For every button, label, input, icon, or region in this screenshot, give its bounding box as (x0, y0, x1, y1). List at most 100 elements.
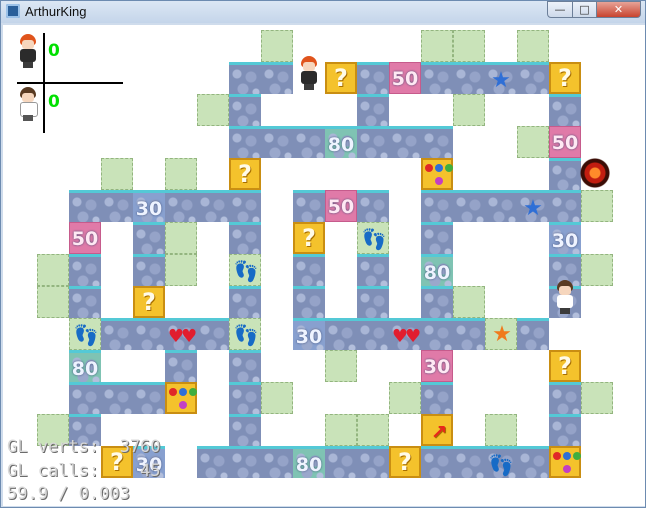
blue-footprint-tile[interactable]: 👣 (357, 222, 389, 254)
path-tile[interactable] (133, 222, 165, 254)
maximize-button[interactable]: □ (573, 1, 597, 18)
path-tile[interactable] (165, 190, 197, 222)
grass-tile[interactable] (165, 222, 197, 254)
path-tile[interactable] (517, 318, 549, 350)
path-tile[interactable] (421, 126, 453, 158)
number-tile[interactable]: 50 (389, 62, 421, 94)
number-tile[interactable]: 50 (69, 222, 101, 254)
number-tile[interactable]: 80 (293, 446, 325, 478)
number-tile[interactable]: 80 (421, 254, 453, 286)
grass-tile[interactable] (421, 30, 453, 62)
grass-tile[interactable] (453, 286, 485, 318)
path-tile[interactable] (261, 126, 293, 158)
number-tile[interactable]: 80 (325, 126, 357, 158)
red-footprint-tile[interactable]: 👣 (485, 446, 517, 478)
path-tile[interactable] (69, 286, 101, 318)
path-tile[interactable] (229, 94, 261, 126)
player-boy-token[interactable] (298, 56, 320, 90)
path-tile[interactable] (293, 126, 325, 158)
game-board[interactable]: 50 80 30 50 30 50 30 80 30 50 80 30 80???????? ★ ★ ★ ♥♥ ♥… (3, 25, 645, 506)
path-tile[interactable] (69, 190, 101, 222)
number-tile[interactable]: 30 (133, 190, 165, 222)
path-tile[interactable] (261, 62, 293, 94)
path-tile[interactable] (229, 190, 261, 222)
path-tile[interactable] (421, 222, 453, 254)
question-tile[interactable]: ? (229, 158, 261, 190)
hearts-tile[interactable]: ♥♥ (389, 318, 421, 350)
grass-tile[interactable] (517, 126, 549, 158)
hearts-tile[interactable]: ♥♥ (165, 318, 197, 350)
path-tile[interactable] (325, 318, 357, 350)
path-tile[interactable] (229, 446, 261, 478)
path-tile[interactable] (229, 62, 261, 94)
path-tile[interactable] (293, 190, 325, 222)
bonus-balls-tile[interactable] (549, 446, 581, 478)
path-tile[interactable] (549, 94, 581, 126)
bonus-balls-tile[interactable] (421, 158, 453, 190)
path-tile[interactable] (453, 62, 485, 94)
path-tile[interactable] (549, 382, 581, 414)
path-tile[interactable] (421, 382, 453, 414)
path-tile[interactable] (229, 414, 261, 446)
grass-tile[interactable] (165, 158, 197, 190)
path-tile[interactable] (357, 190, 389, 222)
question-tile[interactable]: ? (133, 286, 165, 318)
number-tile[interactable]: 50 (549, 126, 581, 158)
title-bar[interactable]: ArthurKing — □ ✕ (1, 1, 645, 23)
path-tile[interactable] (101, 318, 133, 350)
path-tile[interactable] (197, 446, 229, 478)
path-tile[interactable] (357, 446, 389, 478)
path-tile[interactable] (517, 446, 549, 478)
path-tile[interactable] (293, 286, 325, 318)
player-girl-token[interactable] (554, 280, 576, 314)
number-tile[interactable]: 30 (549, 222, 581, 254)
path-tile[interactable] (229, 126, 261, 158)
path-tile[interactable] (549, 158, 581, 190)
path-tile[interactable] (197, 190, 229, 222)
path-tile[interactable] (389, 126, 421, 158)
grass-tile[interactable] (581, 382, 613, 414)
grass-tile[interactable] (197, 94, 229, 126)
minimize-button[interactable]: — (547, 1, 573, 18)
question-tile[interactable]: ? (549, 350, 581, 382)
path-tile[interactable] (229, 382, 261, 414)
path-tile[interactable] (421, 318, 453, 350)
path-tile[interactable] (293, 254, 325, 286)
close-button[interactable]: ✕ (597, 1, 641, 18)
path-tile[interactable] (421, 62, 453, 94)
path-tile[interactable] (165, 350, 197, 382)
grass-tile[interactable] (453, 94, 485, 126)
blue-footprint-tile[interactable]: 👣 (229, 318, 261, 350)
question-tile[interactable]: ? (549, 62, 581, 94)
grass-tile[interactable] (517, 30, 549, 62)
grass-tile[interactable] (453, 30, 485, 62)
grass-tile[interactable] (485, 414, 517, 446)
bonus-balls-tile[interactable] (165, 382, 197, 414)
path-tile[interactable] (229, 222, 261, 254)
path-tile[interactable] (357, 318, 389, 350)
grass-tile[interactable] (325, 350, 357, 382)
path-tile[interactable] (229, 286, 261, 318)
path-tile[interactable] (357, 254, 389, 286)
path-tile[interactable] (421, 446, 453, 478)
path-tile[interactable] (485, 190, 517, 222)
grass-tile[interactable] (101, 158, 133, 190)
path-tile[interactable] (357, 126, 389, 158)
path-tile[interactable] (101, 382, 133, 414)
path-tile[interactable] (357, 286, 389, 318)
path-tile[interactable] (325, 446, 357, 478)
path-tile[interactable] (69, 254, 101, 286)
path-tile[interactable] (453, 190, 485, 222)
path-tile[interactable] (133, 254, 165, 286)
path-tile[interactable] (133, 318, 165, 350)
path-tile[interactable] (453, 446, 485, 478)
grass-tile[interactable] (581, 190, 613, 222)
grass-tile[interactable] (37, 254, 69, 286)
path-tile[interactable] (517, 62, 549, 94)
red-arrow-tile[interactable]: ↗ (421, 414, 453, 446)
number-tile[interactable]: 50 (325, 190, 357, 222)
number-tile[interactable]: 30 (421, 350, 453, 382)
blue-star-tile[interactable]: ★ (517, 190, 549, 222)
grass-tile[interactable] (325, 414, 357, 446)
path-tile[interactable] (261, 446, 293, 478)
